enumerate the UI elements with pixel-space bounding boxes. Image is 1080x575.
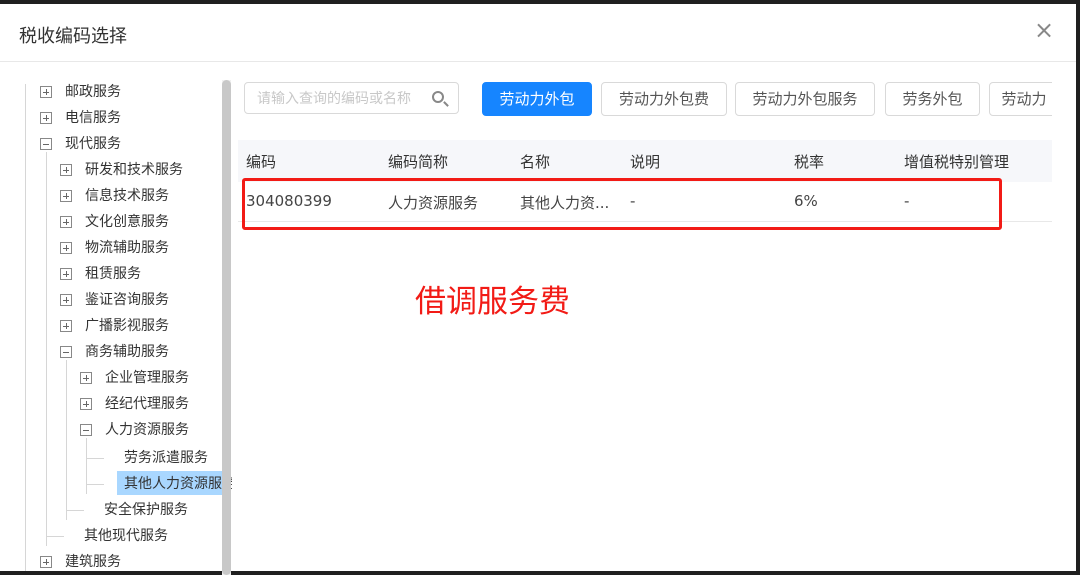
tree-item-label: 其他现代服务 <box>84 528 168 544</box>
expand-plus-icon[interactable] <box>40 112 52 124</box>
tree-item-label: 劳务派遣服务 <box>124 450 208 466</box>
tree-guide-line <box>46 536 64 537</box>
chip-labor-outsourcing[interactable]: 劳动力外包 <box>482 82 592 116</box>
expand-plus-icon[interactable] <box>40 86 52 98</box>
tax-code-dialog: 税收编码选择 × 邮政服务 电信服务 现代服务 研发和技术服务 信息技术服务 文… <box>0 4 1076 575</box>
tree-guide-line <box>25 84 26 571</box>
expand-plus-icon[interactable] <box>60 216 72 228</box>
tree-item-label: 鉴证咨询服务 <box>85 292 169 308</box>
expand-plus-icon[interactable] <box>60 294 72 306</box>
tree-item-label: 现代服务 <box>65 136 121 152</box>
tree-item-label: 商务辅助服务 <box>85 344 169 360</box>
tree-item-label: 租赁服务 <box>85 266 141 282</box>
tree-scroll-thumb[interactable] <box>222 80 231 575</box>
search-box <box>244 82 459 114</box>
tree-guide-line <box>86 458 104 459</box>
tree-item-label: 电信服务 <box>65 110 121 126</box>
close-icon[interactable]: × <box>1032 18 1056 42</box>
header-name: 名称 <box>520 153 551 171</box>
tree-guide-line <box>86 438 87 494</box>
expand-plus-icon[interactable] <box>60 320 72 332</box>
expand-plus-icon[interactable] <box>60 164 72 176</box>
tree-item-label: 建筑服务 <box>65 554 121 570</box>
chip-labor-outsourcing-service[interactable]: 劳动力外包服务 <box>735 82 875 116</box>
tree-item-label: 其他人力资源服务 <box>124 476 232 492</box>
collapse-minus-icon[interactable] <box>60 346 72 358</box>
expand-plus-icon[interactable] <box>60 268 72 280</box>
tax-category-tree: 邮政服务 电信服务 现代服务 研发和技术服务 信息技术服务 文化创意服务 物流辅… <box>0 62 232 571</box>
expand-plus-icon[interactable] <box>80 372 92 384</box>
header-short-name: 编码简称 <box>388 153 449 171</box>
tree-guide-line <box>66 360 67 520</box>
annotation-text: 借调服务费 <box>415 284 570 320</box>
header-vat-special-management: 增值税特别管理 <box>904 153 1010 171</box>
tree-guide-line <box>46 152 47 546</box>
red-highlight-box <box>242 178 1002 230</box>
chip-service-outsourcing[interactable]: 劳务外包 <box>885 82 980 116</box>
expand-plus-icon[interactable] <box>80 398 92 410</box>
dialog-title-bar: 税收编码选择 × <box>0 4 1076 62</box>
tree-guide-line <box>86 484 104 485</box>
dialog-title: 税收编码选择 <box>19 26 127 47</box>
header-code: 编码 <box>246 153 277 171</box>
chip-labor[interactable]: 劳动力 <box>989 82 1052 116</box>
expand-plus-icon[interactable] <box>40 556 52 568</box>
tree-guide-line <box>66 510 84 511</box>
header-tax-rate: 税率 <box>794 153 825 171</box>
search-icon[interactable] <box>432 91 444 103</box>
tree-item-label: 企业管理服务 <box>105 370 189 386</box>
search-input[interactable] <box>257 89 431 109</box>
tree-item-label: 安全保护服务 <box>104 502 188 518</box>
chip-labor-outsourcing-fee[interactable]: 劳动力外包费 <box>601 82 727 116</box>
tree-item-label: 信息技术服务 <box>85 188 169 204</box>
tax-code-results-panel: 劳动力外包 劳动力外包费 劳动力外包服务 劳务外包 劳动力 编码 编码简称 名称… <box>238 62 1052 571</box>
tree-item-label: 经纪代理服务 <box>105 396 189 412</box>
tree-item-label: 邮政服务 <box>65 84 121 100</box>
expand-plus-icon[interactable] <box>60 190 72 202</box>
tree-item-label: 广播影视服务 <box>85 318 169 334</box>
tree-item-label: 研发和技术服务 <box>85 162 183 178</box>
expand-plus-icon[interactable] <box>60 242 72 254</box>
tree-item-label: 人力资源服务 <box>105 422 189 438</box>
tree-item-label: 物流辅助服务 <box>85 240 169 256</box>
collapse-minus-icon[interactable] <box>40 138 52 150</box>
collapse-minus-icon[interactable] <box>80 424 92 436</box>
header-description: 说明 <box>630 153 661 171</box>
tree-item-label: 文化创意服务 <box>85 214 169 230</box>
